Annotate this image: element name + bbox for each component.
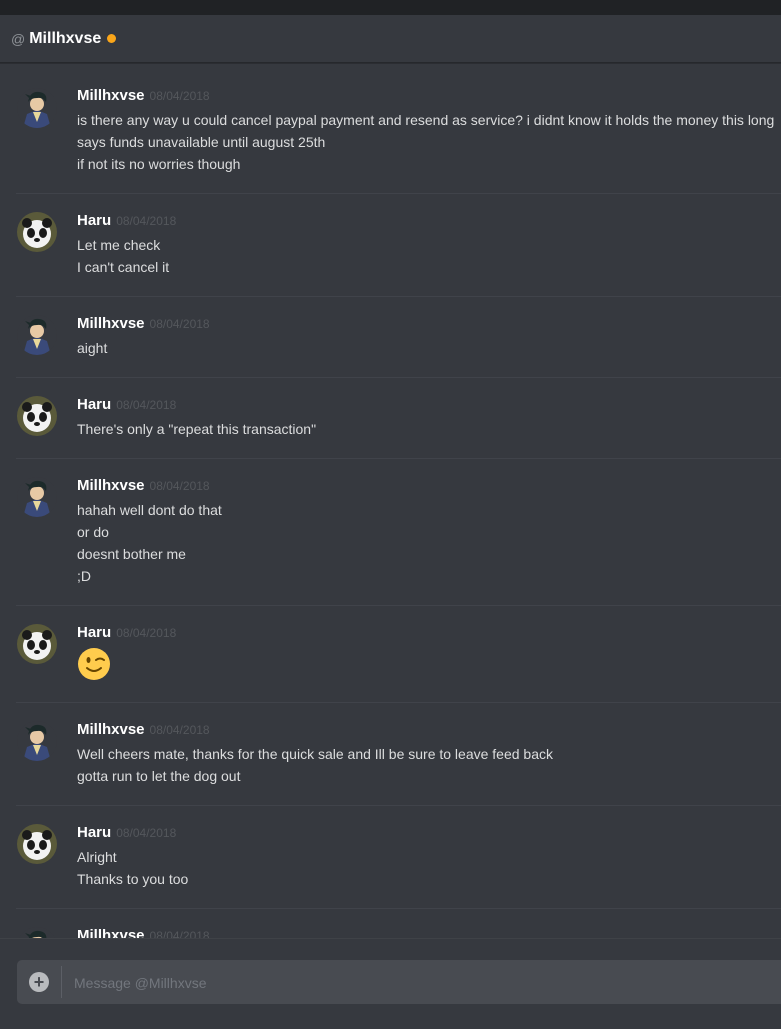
message-text: Well cheers mate, thanks for the quick s…	[77, 746, 553, 762]
anime-character-avatar-icon	[17, 927, 57, 938]
message-divider	[16, 193, 781, 194]
message-divider	[16, 605, 781, 606]
anime-character-avatar-icon	[17, 315, 57, 355]
author-name[interactable]: Haru 08/04/2018	[77, 396, 176, 413]
message-divider	[16, 702, 781, 703]
panda-avatar-icon	[17, 212, 57, 252]
avatar[interactable]	[17, 824, 57, 864]
message-timestamp: 08/04/2018	[149, 89, 210, 103]
message-timestamp: 08/04/2018	[116, 626, 177, 640]
message-divider	[16, 377, 781, 378]
window-top-strip	[0, 0, 781, 15]
avatar[interactable]	[17, 396, 57, 436]
message-text: There's only a "repeat this transaction"	[77, 421, 317, 437]
message-text: aight	[77, 340, 108, 356]
message-list[interactable]: Millhxvse 08/04/2018 is there any way u c…	[0, 64, 781, 938]
message-text: is there any way u could cancel paypal p…	[77, 112, 775, 128]
message-text: Alright	[77, 849, 117, 865]
author-name[interactable]: Millhxvse 08/04/2018	[77, 721, 210, 738]
message-divider	[16, 296, 781, 297]
author-name[interactable]: Millhxvse 08/04/2018	[77, 87, 210, 104]
avatar[interactable]	[17, 88, 57, 128]
message-timestamp: 08/04/2018	[149, 317, 210, 331]
message-text: ;D	[77, 568, 91, 584]
message-input[interactable]	[72, 960, 776, 1006]
message-divider	[16, 908, 781, 909]
anime-character-avatar-icon	[17, 477, 57, 517]
message-composer: +	[17, 960, 781, 1006]
avatar[interactable]	[17, 927, 57, 938]
author-name[interactable]: Millhxvse 08/04/2018	[77, 315, 210, 332]
dm-title[interactable]: Millhxvse	[29, 30, 101, 48]
message-timestamp: 08/04/2018	[149, 929, 210, 938]
anime-character-avatar-icon	[17, 721, 57, 761]
author-name[interactable]: Millhxvse 08/04/2018	[77, 927, 210, 938]
author-name[interactable]: Haru 08/04/2018	[77, 212, 176, 229]
dm-header: @ Millhxvse	[0, 15, 781, 63]
at-symbol-icon: @	[11, 30, 26, 47]
message-text: or do	[77, 524, 109, 540]
message-divider	[16, 805, 781, 806]
message-timestamp: 08/04/2018	[149, 479, 210, 493]
avatar[interactable]	[17, 721, 57, 761]
avatar[interactable]	[17, 212, 57, 252]
author-name[interactable]: Millhxvse 08/04/2018	[77, 477, 210, 494]
panda-avatar-icon	[17, 624, 57, 664]
message-text: doesnt bother me	[77, 546, 186, 562]
composer-divider	[61, 966, 62, 998]
anime-character-avatar-icon	[17, 88, 57, 128]
composer-area: +	[0, 938, 781, 1029]
message-text: I can't cancel it	[77, 259, 170, 275]
message-text: hahah well dont do that	[77, 502, 222, 518]
message-text: Thanks to you too	[77, 871, 189, 887]
message-text: says funds unavailable until august 25th	[77, 134, 326, 150]
message-timestamp: 08/04/2018	[149, 723, 210, 737]
avatar[interactable]	[17, 624, 57, 664]
winking-face-emoji-icon[interactable]	[77, 647, 111, 681]
avatar[interactable]	[17, 477, 57, 517]
avatar[interactable]	[17, 315, 57, 355]
panda-avatar-icon	[17, 824, 57, 864]
idle-status-icon	[107, 34, 117, 43]
author-name[interactable]: Haru 08/04/2018	[77, 824, 176, 841]
message-divider	[16, 458, 781, 459]
message-text: Let me check	[77, 237, 161, 253]
panda-avatar-icon	[17, 396, 57, 436]
message-timestamp: 08/04/2018	[116, 214, 177, 228]
message-text: if not its no worries though	[77, 156, 241, 172]
message-timestamp: 08/04/2018	[116, 398, 177, 412]
plus-circle-icon[interactable]: +	[29, 972, 49, 992]
message-timestamp: 08/04/2018	[116, 826, 177, 840]
author-name[interactable]: Haru 08/04/2018	[77, 624, 176, 641]
message-text: gotta run to let the dog out	[77, 768, 241, 784]
